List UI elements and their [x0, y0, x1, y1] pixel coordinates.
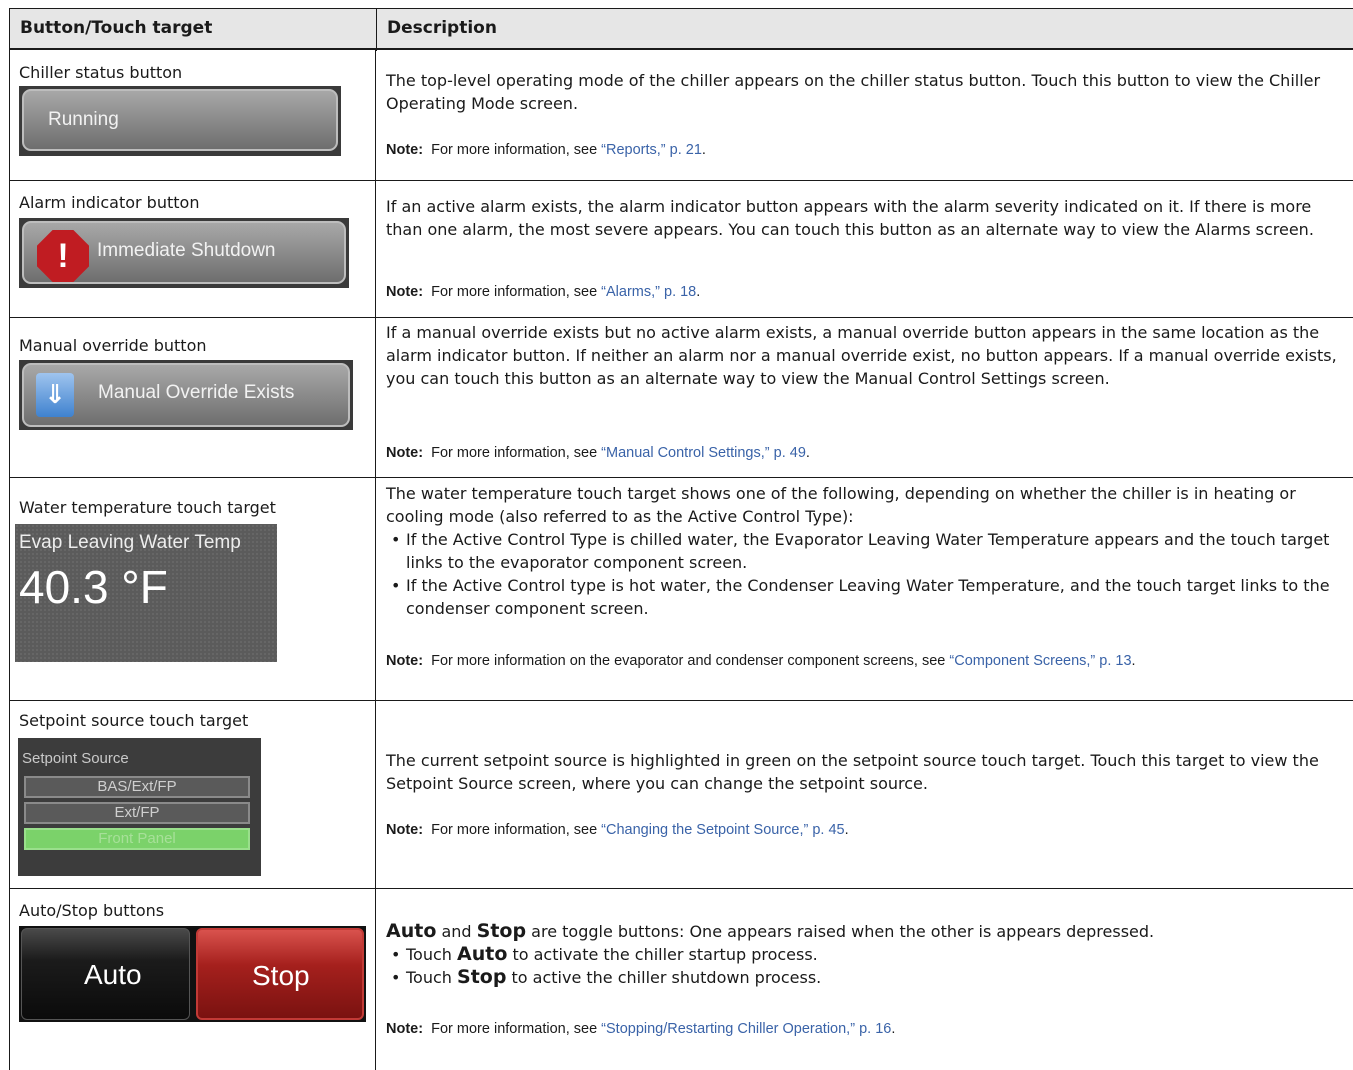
note-text: For more information, see [431, 284, 602, 300]
header-col-button: Button/Touch target [20, 18, 213, 38]
alarm-stop-icon: ! [37, 230, 89, 282]
note-alarm: Note: For more information, see “Alarms,… [386, 283, 1346, 302]
note-text: For more information, see [431, 142, 602, 158]
alarm-severity-text: Immediate Shutdown [97, 240, 276, 261]
header-divider [376, 9, 377, 51]
note-auto-stop: Note: For more information, see “Stoppin… [386, 1020, 1346, 1039]
auto-stop-bullets: Touch Auto to activate the chiller start… [386, 943, 1346, 989]
chiller-status-button[interactable]: Running [19, 86, 341, 156]
note-label: Note: [386, 1021, 424, 1037]
link-manual-control-settings[interactable]: “Manual Control Settings,” p. 49 [601, 445, 806, 461]
note-chiller-status: Note: For more information, see “Reports… [386, 141, 1346, 160]
bullet-text: Touch [406, 968, 458, 987]
list-item: If the Active Control Type is chilled wa… [386, 528, 1346, 574]
auto-stop-buttons: Auto Stop [19, 926, 366, 1022]
note-end: . [701, 142, 706, 158]
note-setpoint-source: Note: For more information, see “Changin… [386, 821, 1346, 840]
note-label: Note: [386, 445, 424, 461]
note-end: . [891, 1021, 896, 1037]
setpoint-option-bas[interactable]: BAS/Ext/FP [24, 776, 250, 798]
note-label: Note: [386, 142, 424, 158]
desc-and: and [436, 922, 477, 941]
note-text: For more information, see [431, 1021, 602, 1037]
note-manual-override: Note: For more information, see “Manual … [386, 444, 1346, 463]
row-divider [9, 317, 1353, 318]
setpoint-source-title: Setpoint Source [22, 750, 129, 767]
link-alarms[interactable]: “Alarms,” p. 18 [601, 284, 696, 300]
desc-auto-stop: Auto and Stop are toggle buttons: One ap… [386, 920, 1346, 989]
note-text: For more information, see [431, 445, 602, 461]
link-component-screens[interactable]: “Component Screens,” p. 13 [949, 653, 1131, 669]
reference-table: Button/Touch target Description Chiller … [9, 8, 1353, 1070]
row-divider [9, 477, 1353, 478]
row-divider [9, 700, 1353, 701]
desc-water-temp-intro: The water temperature touch target shows… [386, 484, 1296, 526]
arrow-down-icon: ⇓ [36, 373, 74, 417]
note-end: . [805, 445, 810, 461]
water-temp-title: Evap Leaving Water Temp [19, 532, 241, 553]
desc-setpoint-source: The current setpoint source is highlight… [386, 751, 1319, 793]
note-end: . [696, 284, 701, 300]
stop-button-label: Stop [252, 960, 310, 991]
note-water-temp: Note: For more information on the evapor… [386, 652, 1346, 671]
note-label: Note: [386, 284, 424, 300]
row-label-alarm: Alarm indicator button [19, 193, 200, 212]
note-text: For more information on the evaporator a… [431, 653, 950, 669]
desc-manual-override: If a manual override exists but no activ… [386, 323, 1337, 388]
setpoint-option-ext[interactable]: Ext/FP [24, 802, 250, 824]
row-label-setpoint-source: Setpoint source touch target [19, 711, 249, 730]
list-item: If the Active Control type is hot water,… [386, 574, 1346, 620]
stop-term: Stop [476, 920, 527, 942]
note-label: Note: [386, 822, 424, 838]
link-stopping-restarting[interactable]: “Stopping/Restarting Chiller Operation,”… [601, 1021, 891, 1037]
chiller-status-text: Running [48, 109, 119, 130]
column-divider [375, 8, 376, 1070]
table-header: Button/Touch target Description [9, 8, 1353, 51]
row-label-auto-stop: Auto/Stop buttons [19, 901, 165, 920]
auto-button[interactable]: Auto [21, 928, 190, 1020]
header-col-description: Description [387, 18, 497, 38]
row-divider [9, 180, 1353, 181]
alarm-indicator-button[interactable]: ! Immediate Shutdown [19, 218, 349, 288]
desc-alarm: If an active alarm exists, the alarm ind… [386, 197, 1314, 239]
list-item: Touch Stop to active the chiller shutdow… [386, 966, 1346, 989]
bullet-text: Touch [406, 945, 458, 964]
auto-term: Auto [457, 943, 508, 965]
list-item: Touch Auto to activate the chiller start… [386, 943, 1346, 966]
water-temperature-touch-target[interactable]: Evap Leaving Water Temp 40.3 °F [15, 524, 277, 662]
desc-water-temp: The water temperature touch target shows… [386, 482, 1346, 620]
auto-term: Auto [386, 920, 437, 942]
row-label-water-temp: Water temperature touch target [19, 498, 276, 517]
setpoint-source-touch-target[interactable]: Setpoint Source BAS/Ext/FP Ext/FP Front … [18, 738, 261, 876]
link-reports[interactable]: “Reports,” p. 21 [601, 142, 702, 158]
alarm-indicator-button-face[interactable]: ! Immediate Shutdown [22, 221, 346, 284]
water-temp-value: 40.3 °F [19, 561, 168, 613]
table-border-left [9, 8, 10, 1070]
note-end: . [1131, 653, 1136, 669]
note-text: For more information, see [431, 822, 602, 838]
setpoint-option-front-panel[interactable]: Front Panel [24, 828, 250, 850]
manual-override-button[interactable]: ⇓ Manual Override Exists [19, 360, 353, 430]
stop-term: Stop [457, 966, 507, 988]
water-temp-bullets: If the Active Control Type is chilled wa… [386, 528, 1346, 620]
bullet-text: to active the chiller shutdown process. [506, 968, 822, 987]
manual-override-button-face[interactable]: ⇓ Manual Override Exists [22, 363, 350, 427]
chiller-status-button-face[interactable]: Running [22, 89, 338, 151]
note-end: . [844, 822, 849, 838]
bullet-text: to activate the chiller startup process. [507, 945, 818, 964]
stop-button[interactable]: Stop [196, 928, 364, 1020]
manual-override-text: Manual Override Exists [98, 382, 295, 403]
desc-rest: are toggle buttons: One appears raised w… [526, 922, 1155, 941]
auto-button-label: Auto [84, 959, 142, 990]
row-label-manual-override: Manual override button [19, 336, 207, 355]
desc-chiller-status: The top-level operating mode of the chil… [386, 71, 1321, 113]
row-divider [9, 888, 1353, 889]
row-label-chiller-status: Chiller status button [19, 63, 183, 82]
desc-auto-stop-intro: Auto and Stop are toggle buttons: One ap… [386, 920, 1346, 943]
note-label: Note: [386, 653, 424, 669]
link-changing-setpoint-source[interactable]: “Changing the Setpoint Source,” p. 45 [601, 822, 844, 838]
